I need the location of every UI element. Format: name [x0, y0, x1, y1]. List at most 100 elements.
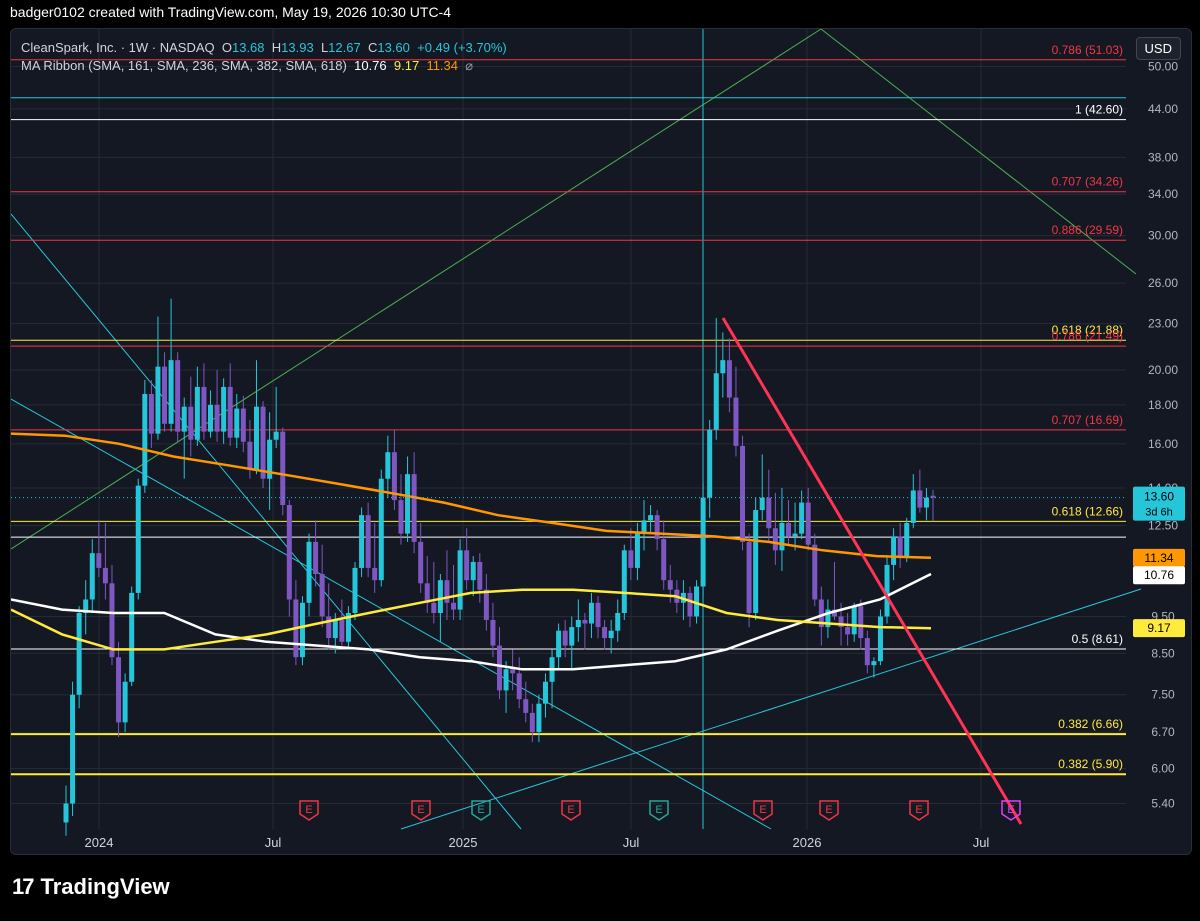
- candle-body: [923, 497, 929, 508]
- candle-body: [772, 528, 778, 551]
- ma-price-label: 9.17: [1147, 621, 1171, 635]
- open-value: 13.68: [231, 40, 265, 55]
- x-tick-label: Jul: [265, 835, 282, 850]
- candle-body: [621, 550, 627, 613]
- candle-body: [746, 541, 752, 613]
- tradingview-wordmark: TradingView: [40, 874, 170, 899]
- level-label: 0.707 (16.69): [1052, 413, 1123, 427]
- chart-background: [11, 29, 1191, 854]
- candle-body: [588, 602, 594, 624]
- candle-body: [667, 580, 673, 590]
- ma-value-1: 10.76: [354, 58, 387, 73]
- close-value: 13.60: [377, 40, 410, 55]
- candle-body: [96, 553, 102, 568]
- candle-body: [845, 627, 851, 635]
- candle-body: [168, 360, 174, 424]
- last-price-label: 13.60: [1144, 490, 1174, 504]
- countdown-label: 3d 6h: [1145, 507, 1173, 519]
- y-tick-label: 38.00: [1148, 150, 1178, 164]
- candle-body: [306, 541, 312, 603]
- y-tick-label: 16.00: [1148, 437, 1178, 451]
- candle-body: [122, 681, 128, 723]
- candle-body: [437, 580, 443, 613]
- candle-body: [634, 533, 640, 568]
- candle-body: [76, 612, 82, 695]
- x-tick-label: 2026: [793, 835, 822, 850]
- price-chart[interactable]: 0.786 (51.03) 1 (42.60) 0.707 (34.26) 0.886…: [11, 29, 1191, 854]
- candle-body: [181, 406, 187, 432]
- candle-body: [917, 490, 923, 508]
- candle-body: [766, 497, 772, 529]
- candle-body: [542, 681, 548, 704]
- candle-body: [490, 619, 496, 646]
- candle-body: [707, 429, 713, 498]
- high-value: 13.93: [281, 40, 314, 55]
- candle-body: [805, 502, 811, 545]
- chart-legend: CleanSpark, Inc. · 1W · NASDAQ O13.68 H1…: [21, 39, 507, 75]
- candle-body: [851, 606, 857, 635]
- candle-body: [372, 567, 378, 581]
- earnings-marker-label: E: [915, 804, 922, 816]
- candle-body: [247, 441, 253, 470]
- candle-body: [529, 712, 535, 733]
- y-tick-label: 18.00: [1148, 398, 1178, 412]
- candle-body: [319, 573, 325, 617]
- candle-body: [648, 515, 654, 521]
- candle-body: [352, 567, 358, 613]
- y-tick-label: 20.00: [1148, 363, 1178, 377]
- candle-body: [359, 515, 365, 568]
- candle-body: [405, 474, 411, 534]
- ma-price-label: 11.34: [1144, 551, 1173, 565]
- candle-body: [109, 583, 115, 658]
- candle-body: [536, 703, 542, 733]
- y-tick-label: 44.00: [1148, 102, 1178, 116]
- candle-body: [516, 673, 522, 700]
- level-label: 0.382 (6.66): [1058, 717, 1123, 731]
- legend-indicator-row: MA Ribbon (SMA, 161, SMA, 236, SMA, 382,…: [21, 57, 507, 75]
- candle-body: [227, 386, 233, 438]
- candle-body: [260, 406, 266, 479]
- ma-price-label: 10.76: [1144, 568, 1174, 582]
- y-tick-label: 6.00: [1151, 762, 1175, 776]
- symbol-name[interactable]: CleanSpark, Inc. · 1W · NASDAQ: [21, 40, 215, 55]
- close-label: C: [367, 40, 378, 55]
- candle-body: [556, 630, 562, 658]
- level-label: 0.618 (12.66): [1052, 504, 1123, 518]
- level-label: 0.886 (29.59): [1052, 223, 1123, 237]
- candle-body: [582, 619, 588, 624]
- y-tick-label: 34.00: [1148, 187, 1178, 201]
- candle-body: [142, 393, 148, 486]
- x-tick-label: Jul: [973, 835, 990, 850]
- candle-body: [286, 505, 292, 600]
- chart-frame[interactable]: 0.786 (51.03) 1 (42.60) 0.707 (34.26) 0.886…: [10, 28, 1192, 855]
- candle-body: [194, 386, 200, 440]
- candle-body: [740, 445, 746, 542]
- candle-body: [411, 474, 417, 542]
- candle-body: [470, 561, 476, 581]
- currency-button[interactable]: USD: [1135, 37, 1181, 60]
- candle-body: [148, 393, 154, 434]
- candle-body: [457, 550, 463, 610]
- candle-body: [313, 541, 319, 574]
- earnings-marker-label: E: [567, 804, 574, 816]
- candle-body: [332, 619, 338, 639]
- candle-body: [497, 645, 502, 691]
- tradingview-logo: 17 TradingView: [12, 874, 170, 900]
- level-label: 0.382 (5.90): [1058, 757, 1123, 771]
- x-tick-label: Jul: [623, 835, 640, 850]
- candle-body: [602, 627, 608, 639]
- candle-body: [687, 592, 693, 617]
- earnings-marker-label: E: [477, 804, 484, 816]
- candle-body: [904, 522, 910, 557]
- indicator-name[interactable]: MA Ribbon (SMA, 161, SMA, 236, SMA, 382,…: [21, 58, 347, 73]
- visibility-icon[interactable]: ⌀: [465, 58, 473, 73]
- earnings-marker-label: E: [825, 804, 832, 816]
- candle-body: [786, 522, 791, 537]
- candle-body: [240, 408, 246, 442]
- y-tick-label: 6.70: [1151, 725, 1175, 739]
- candle-body: [569, 627, 575, 646]
- candle-body: [365, 515, 371, 568]
- candle-body: [253, 406, 259, 470]
- change-value: +0.49 (+3.70%): [417, 40, 507, 55]
- candle-body: [753, 510, 759, 613]
